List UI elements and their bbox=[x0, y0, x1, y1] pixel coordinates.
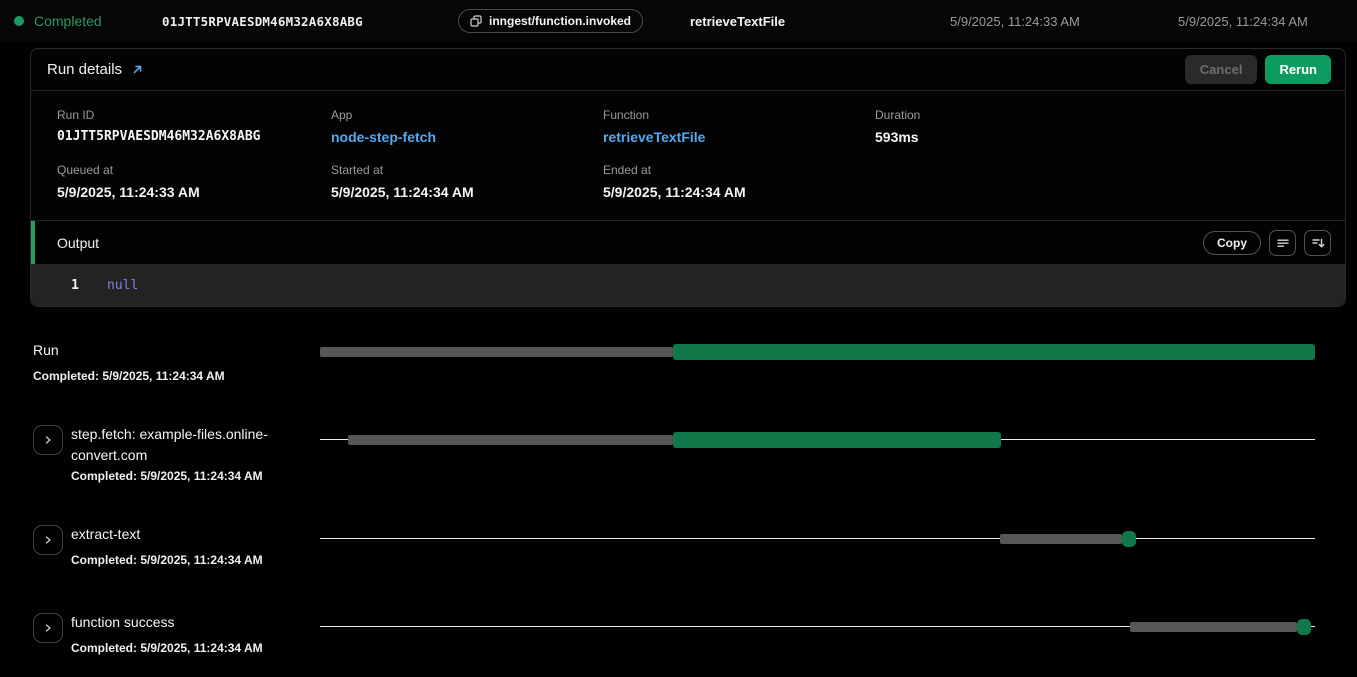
duration-value: 593ms bbox=[875, 129, 1329, 145]
expand-button[interactable] bbox=[33, 613, 63, 643]
code-line-number: 1 bbox=[31, 278, 79, 293]
function-name-text: retrieveTextFile bbox=[690, 14, 950, 29]
row-label: function success bbox=[71, 612, 309, 633]
bar-queued-segment bbox=[1000, 534, 1122, 544]
scroll-to-bottom-button[interactable] bbox=[1304, 230, 1331, 256]
row-completed-text: Completed: 5/9/2025, 11:24:34 AM bbox=[71, 469, 309, 483]
panel-title: Run details bbox=[47, 61, 144, 78]
started-time-text: 5/9/2025, 11:24:34 AM bbox=[1178, 14, 1343, 29]
run-status: Completed bbox=[14, 13, 162, 29]
timeline-bar bbox=[320, 619, 1315, 635]
queued-at-value: 5/9/2025, 11:24:33 AM bbox=[57, 184, 331, 200]
started-at-value: 5/9/2025, 11:24:34 AM bbox=[331, 184, 603, 200]
field-queued-at: Queued at 5/9/2025, 11:24:33 AM bbox=[57, 163, 331, 200]
timeline-row-extract-text: extract-text Completed: 5/9/2025, 11:24:… bbox=[0, 519, 1357, 599]
field-label: Run ID bbox=[57, 108, 331, 122]
status-label: Completed bbox=[34, 13, 102, 29]
field-run-id: Run ID 01JTT5RPVAESDM46M32A6X8ABG bbox=[57, 108, 331, 145]
timeline-bar bbox=[320, 344, 1315, 360]
bar-active-segment bbox=[1297, 619, 1311, 635]
run-id-text: 01JTT5RPVAESDM46M32A6X8ABG bbox=[162, 14, 458, 29]
bar-active-segment bbox=[673, 344, 1315, 360]
run-timeline: Run Completed: 5/9/2025, 11:24:34 AM ste… bbox=[0, 296, 1357, 677]
bar-queued-segment bbox=[348, 435, 673, 445]
field-started-at: Started at 5/9/2025, 11:24:34 AM bbox=[331, 163, 603, 200]
queued-time-text: 5/9/2025, 11:24:33 AM bbox=[950, 14, 1178, 29]
run-id-value: 01JTT5RPVAESDM46M32A6X8ABG bbox=[57, 129, 331, 144]
run-details-panel: Run details Cancel Rerun Run ID 01JTT5RP… bbox=[30, 48, 1346, 307]
run-header-bar: Completed 01JTT5RPVAESDM46M32A6X8ABG inn… bbox=[0, 0, 1357, 42]
bar-active-segment bbox=[673, 432, 1000, 448]
field-label: Function bbox=[603, 108, 875, 122]
expand-button[interactable] bbox=[33, 425, 63, 455]
field-ended-at: Ended at 5/9/2025, 11:24:34 AM bbox=[603, 163, 875, 200]
row-label: step.fetch: example-files.online-convert… bbox=[71, 424, 309, 466]
status-dot-icon bbox=[14, 16, 24, 26]
output-success-stripe bbox=[31, 221, 35, 264]
timeline-row-run: Run Completed: 5/9/2025, 11:24:34 AM bbox=[0, 336, 1357, 396]
external-link-icon[interactable] bbox=[131, 63, 144, 76]
run-details-fields: Run ID 01JTT5RPVAESDM46M32A6X8ABG App no… bbox=[31, 91, 1345, 220]
row-completed-text: Completed: 5/9/2025, 11:24:34 AM bbox=[71, 641, 309, 655]
field-function: Function retrieveTextFile bbox=[603, 108, 875, 145]
field-label: Queued at bbox=[57, 163, 331, 177]
row-label: extract-text bbox=[71, 524, 309, 545]
row-completed-text: Completed: 5/9/2025, 11:24:34 AM bbox=[33, 369, 225, 383]
ended-at-value: 5/9/2025, 11:24:34 AM bbox=[603, 184, 875, 200]
event-badge-column: inngest/function.invoked bbox=[458, 9, 690, 33]
field-label: App bbox=[331, 108, 603, 122]
timeline-bar bbox=[320, 531, 1315, 547]
field-label: Duration bbox=[875, 108, 1329, 122]
expand-button[interactable] bbox=[33, 525, 63, 555]
bar-queued-segment bbox=[1130, 622, 1297, 632]
bar-active-segment bbox=[1122, 531, 1136, 547]
timeline-bar bbox=[320, 432, 1315, 448]
output-title: Output bbox=[57, 235, 99, 251]
row-label: Run bbox=[33, 342, 59, 358]
timeline-row-step-fetch: step.fetch: example-files.online-convert… bbox=[0, 419, 1357, 509]
timeline-row-function-success: function success Completed: 5/9/2025, 11… bbox=[0, 607, 1357, 677]
app-link[interactable]: node-step-fetch bbox=[331, 129, 603, 145]
chevron-right-icon bbox=[43, 435, 53, 445]
field-app: App node-step-fetch bbox=[331, 108, 603, 145]
bar-queued-segment bbox=[320, 347, 673, 357]
code-content: null bbox=[107, 278, 138, 293]
field-label: Ended at bbox=[603, 163, 875, 177]
wrap-text-button[interactable] bbox=[1269, 230, 1296, 256]
bar-baseline bbox=[320, 538, 1315, 539]
field-label: Started at bbox=[331, 163, 603, 177]
copy-output-button[interactable]: Copy bbox=[1203, 231, 1261, 255]
row-completed-text: Completed: 5/9/2025, 11:24:34 AM bbox=[71, 553, 309, 567]
event-badge[interactable]: inngest/function.invoked bbox=[458, 9, 643, 33]
scroll-to-bottom-icon bbox=[1311, 236, 1325, 250]
copy-icon bbox=[470, 15, 482, 27]
panel-title-text: Run details bbox=[47, 61, 122, 78]
run-details-header: Run details Cancel Rerun bbox=[31, 49, 1345, 91]
wrap-text-icon bbox=[1276, 236, 1290, 250]
event-badge-label: inngest/function.invoked bbox=[489, 14, 631, 28]
output-section-header: Output Copy bbox=[31, 220, 1345, 264]
field-duration: Duration 593ms bbox=[875, 108, 1329, 145]
chevron-right-icon bbox=[43, 623, 53, 633]
rerun-button[interactable]: Rerun bbox=[1265, 55, 1331, 84]
cancel-button[interactable]: Cancel bbox=[1185, 55, 1258, 84]
function-link[interactable]: retrieveTextFile bbox=[603, 129, 875, 145]
chevron-right-icon bbox=[43, 535, 53, 545]
